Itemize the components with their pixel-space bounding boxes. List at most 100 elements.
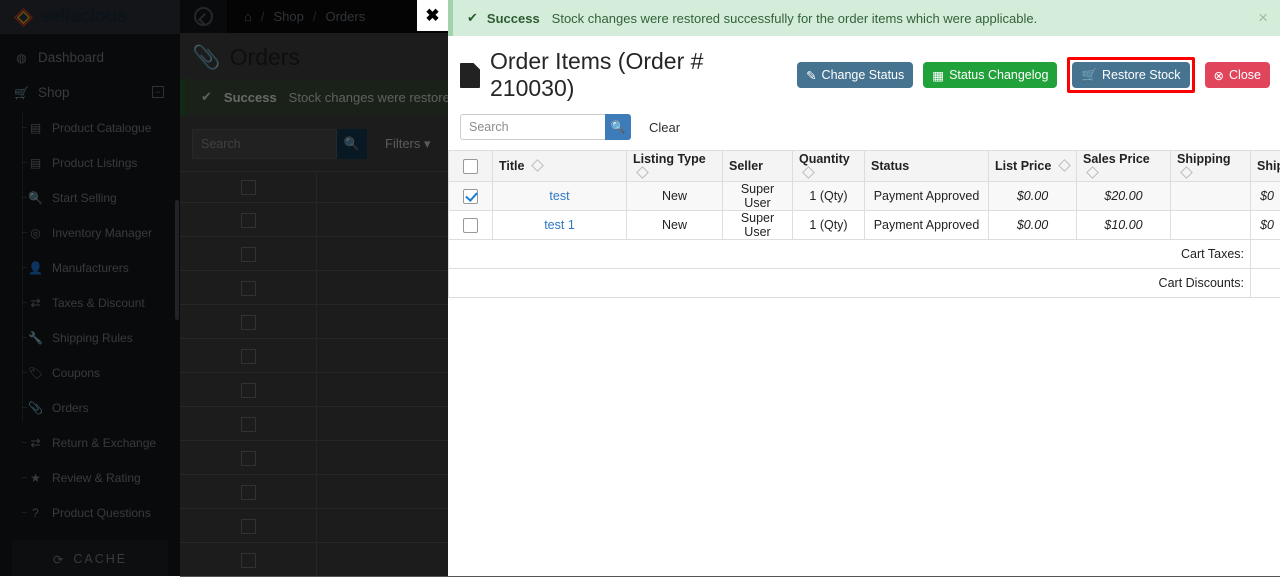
sidebar-item-product-catalogue[interactable]: ▤ Product Catalogue — [0, 110, 180, 145]
row-checkbox[interactable] — [241, 315, 256, 330]
cell-shipping — [1171, 211, 1251, 240]
alert-close-icon[interactable]: × — [1258, 9, 1268, 27]
sidebar-item-label: Orders — [52, 401, 89, 415]
cell-sales-price: $20.00 — [1077, 182, 1171, 211]
table-row[interactable]: test 1NewSuper User1 (Qty)Payment Approv… — [449, 211, 1280, 240]
sidebar-scrollbar[interactable] — [175, 200, 179, 320]
paperclip-icon: 📎 — [28, 401, 43, 415]
sidebar-item-orders[interactable]: 📎 Orders — [0, 390, 180, 425]
star-half-icon: ★ — [28, 471, 43, 485]
restore-stock-button[interactable]: 🛒 Restore Stock — [1072, 62, 1189, 88]
column-status[interactable]: Status — [865, 151, 989, 182]
row-checkbox[interactable] — [241, 553, 256, 568]
sidebar-item-product-questions[interactable]: ? Product Questions — [0, 495, 180, 530]
home-icon[interactable]: ⌂ — [244, 9, 252, 24]
row-select-cell — [180, 441, 317, 475]
sidebar-item-shop[interactable]: 🛒 Shop − — [0, 75, 180, 110]
exchange-icon: ⇄ — [28, 296, 43, 310]
change-status-button[interactable]: ✎ Change Status — [797, 62, 913, 88]
close-button[interactable]: ⊗ Close — [1205, 62, 1270, 88]
brand-logo[interactable]: sellacious — [0, 0, 180, 34]
row-checkbox[interactable] — [241, 383, 256, 398]
modal-search-input[interactable]: Search — [460, 114, 605, 140]
row-checkbox[interactable] — [241, 417, 256, 432]
column-shipping[interactable]: Shipping — [1171, 151, 1251, 182]
cell-title: test — [493, 182, 627, 211]
column-label: Status — [871, 159, 909, 173]
back-button[interactable] — [180, 0, 227, 33]
select-all-header — [180, 172, 317, 203]
order-items-modal: ✔ Success Stock changes were restored su… — [448, 0, 1280, 576]
row-checkbox[interactable] — [241, 451, 256, 466]
sort-icon[interactable] — [1180, 166, 1193, 179]
sidebar-item-manufacturers[interactable]: 👤 Manufacturers — [0, 250, 180, 285]
sidebar-item-label: Product Catalogue — [52, 121, 151, 135]
column-list-price[interactable]: List Price — [989, 151, 1077, 182]
sidebar-item-taxes-discount[interactable]: ⇄ Taxes & Discount — [0, 285, 180, 320]
document-icon — [460, 63, 480, 88]
sidebar-item-label: Inventory Manager — [52, 226, 152, 240]
column-sales-price[interactable]: Sales Price — [1077, 151, 1171, 182]
search-icon[interactable]: 🔍 — [605, 114, 631, 140]
sidebar-item-start-selling[interactable]: 🔍 Start Selling — [0, 180, 180, 215]
row-checkbox[interactable] — [241, 247, 256, 262]
table-row[interactable]: testNewSuper User1 (Qty)Payment Approved… — [449, 182, 1280, 211]
column-label: Quantity — [799, 152, 850, 166]
item-title-link[interactable]: test — [549, 189, 569, 203]
row-select-cell — [180, 237, 317, 271]
row-select-cell — [180, 339, 317, 373]
column-seller[interactable]: Seller — [723, 151, 793, 182]
sort-icon[interactable] — [636, 166, 649, 179]
column-quantity[interactable]: Quantity — [793, 151, 865, 182]
search-input[interactable]: Search — [192, 129, 337, 159]
exchange-icon: ⇄ — [28, 436, 43, 450]
row-checkbox[interactable] — [463, 189, 478, 204]
select-all-checkbox[interactable] — [241, 180, 256, 195]
row-checkbox[interactable] — [241, 349, 256, 364]
footer-value — [1251, 269, 1280, 298]
cell-seller: Super User — [723, 182, 793, 211]
sidebar-item-inventory-manager[interactable]: ◎ Inventory Manager — [0, 215, 180, 250]
alert-message: Stock changes were restored successfully… — [552, 11, 1038, 26]
sort-icon[interactable] — [1058, 159, 1071, 172]
row-checkbox[interactable] — [463, 218, 478, 233]
sidebar-item-coupons[interactable]: 🏷 Coupons — [0, 355, 180, 390]
modal-clear-button[interactable]: Clear — [649, 120, 680, 135]
row-select-cell — [180, 305, 317, 339]
breadcrumb-item-orders[interactable]: Orders — [325, 9, 365, 24]
column-listing-type[interactable]: Listing Type — [627, 151, 723, 182]
row-checkbox[interactable] — [241, 485, 256, 500]
sidebar-item-shipping-rules[interactable]: 🔧 Shipping Rules — [0, 320, 180, 355]
target-icon: ◎ — [28, 226, 43, 240]
column-title[interactable]: Title — [493, 151, 627, 182]
row-checkbox[interactable] — [241, 519, 256, 534]
row-checkbox[interactable] — [241, 213, 256, 228]
sidebar-item-product-listings[interactable]: ▤ Product Listings — [0, 145, 180, 180]
sidebar-item-dashboard[interactable]: ◍ Dashboard — [0, 40, 180, 75]
cell-quantity: 1 (Qty) — [793, 211, 865, 240]
search-icon[interactable]: 🔍 — [337, 129, 367, 159]
breadcrumb-separator: / — [261, 9, 265, 24]
sidebar-item-return-exchange[interactable]: ⇄ Return & Exchange — [0, 425, 180, 460]
filters-dropdown[interactable]: Filters ▾ — [385, 136, 431, 152]
button-label: Change Status — [822, 68, 905, 82]
sidebar-item-review-rating[interactable]: ★ Review & Rating — [0, 460, 180, 495]
modal-header: Order Items (Order # 210030) ✎ Change St… — [448, 36, 1280, 112]
table-footer-row: Cart Taxes: — [449, 240, 1280, 269]
breadcrumb-item-shop[interactable]: Shop — [273, 9, 303, 24]
modal-success-alert: ✔ Success Stock changes were restored su… — [448, 0, 1280, 36]
item-title-link[interactable]: test 1 — [544, 218, 575, 232]
sidebar-item-label: Product Questions — [52, 506, 151, 520]
row-checkbox[interactable] — [241, 281, 256, 296]
overlay-close-button[interactable]: ✖ — [417, 0, 448, 31]
sort-icon[interactable] — [531, 159, 544, 172]
sidebar-item-label: Return & Exchange — [52, 436, 156, 450]
collapse-toggle-icon[interactable]: − — [152, 86, 164, 98]
column-ship[interactable]: Ship. — [1251, 151, 1280, 182]
cache-button[interactable]: ⟳ CACHE — [12, 540, 168, 576]
status-changelog-button[interactable]: ▦ Status Changelog — [923, 62, 1057, 88]
sort-icon[interactable] — [1086, 166, 1099, 179]
sort-icon[interactable] — [802, 166, 815, 179]
order-items-footer: Cart Taxes:Cart Discounts: — [449, 240, 1280, 298]
select-all-checkbox[interactable] — [463, 159, 478, 174]
